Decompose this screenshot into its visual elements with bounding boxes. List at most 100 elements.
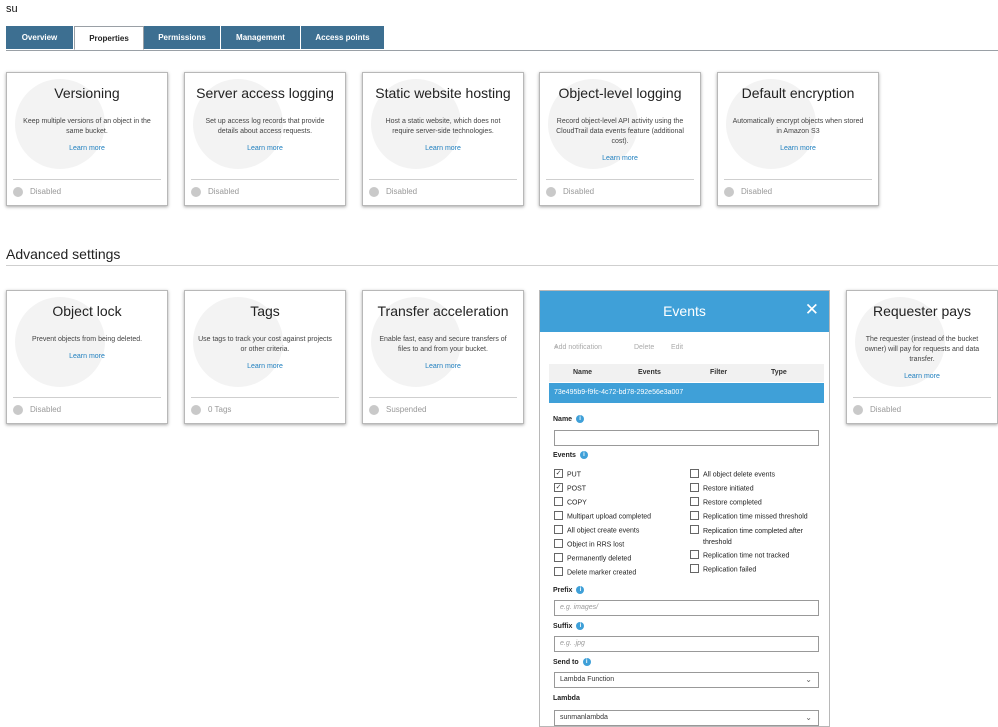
event-checkbox-restore-completed[interactable]: Restore completed bbox=[690, 497, 762, 507]
tab-access-points[interactable]: Access points bbox=[301, 26, 384, 49]
card-description: Keep multiple versions of an object in t… bbox=[23, 118, 151, 135]
event-checkbox-all-create[interactable]: All object create events bbox=[554, 525, 639, 535]
status-dot-icon bbox=[369, 187, 379, 197]
events-panel-header: Events ✕ bbox=[540, 291, 829, 332]
card-description: Record object-level API activity using t… bbox=[556, 118, 684, 145]
prefix-label: Prefix i bbox=[553, 586, 585, 594]
card-description: Host a static website, which does not re… bbox=[385, 118, 501, 135]
card-divider bbox=[191, 397, 339, 398]
object-level-logging-card[interactable]: Object-level logging Record object-level… bbox=[539, 72, 701, 206]
event-checkbox-delete-marker[interactable]: Delete marker created bbox=[554, 567, 636, 577]
suffix-label: Suffix i bbox=[553, 622, 585, 630]
bucket-name: su bbox=[6, 3, 18, 15]
server-access-logging-card[interactable]: Server access logging Set up access log … bbox=[184, 72, 346, 206]
info-icon[interactable]: i bbox=[576, 622, 585, 630]
prefix-input[interactable]: e.g. images/ bbox=[554, 600, 819, 616]
versioning-card[interactable]: Versioning Keep multiple versions of an … bbox=[6, 72, 168, 206]
name-field[interactable] bbox=[554, 430, 819, 446]
suffix-input[interactable]: e.g. .jpg bbox=[554, 636, 819, 652]
card-divider bbox=[369, 179, 517, 180]
learn-more-link[interactable]: Learn more bbox=[7, 145, 167, 152]
card-status: Disabled bbox=[724, 187, 772, 197]
learn-more-link[interactable]: Learn more bbox=[363, 145, 523, 152]
table-row[interactable]: 73e495b9-f9fc-4c72-bd78-292e56e3a007 bbox=[549, 383, 824, 403]
events-label: Events i bbox=[553, 451, 588, 459]
event-checkbox-rrs-lost[interactable]: Object in RRS lost bbox=[554, 539, 624, 549]
learn-more-link[interactable]: Learn more bbox=[185, 363, 345, 370]
card-title: Transfer acceleration bbox=[377, 303, 509, 319]
object-lock-card[interactable]: Object lock Prevent objects from being d… bbox=[6, 290, 168, 424]
tab-overview[interactable]: Overview bbox=[6, 26, 73, 49]
checkbox-icon bbox=[690, 564, 699, 573]
status-dot-icon bbox=[13, 405, 23, 415]
events-panel: Events ✕ + Add notification Delete Edit … bbox=[539, 290, 830, 727]
learn-more-link[interactable]: Learn more bbox=[7, 353, 167, 360]
event-checkbox-restore-initiated[interactable]: Restore initiated bbox=[690, 483, 754, 493]
checkbox-icon bbox=[690, 469, 699, 478]
event-checkbox-put[interactable]: ✓ PUT bbox=[554, 469, 581, 479]
close-icon[interactable]: ✕ bbox=[805, 301, 819, 318]
static-website-hosting-card[interactable]: Static website hosting Host a static web… bbox=[362, 72, 524, 206]
card-description: Automatically encrypt objects when store… bbox=[732, 118, 864, 135]
event-checkbox-replication-completed-after[interactable]: Replication time completed after thresho… bbox=[690, 525, 823, 548]
info-icon[interactable]: i bbox=[582, 658, 591, 666]
card-status: Disabled bbox=[546, 187, 594, 197]
event-checkbox-post[interactable]: ✓ POST bbox=[554, 483, 586, 493]
event-checkbox-replication-not-tracked[interactable]: Replication time not tracked bbox=[690, 550, 789, 560]
card-status: Disabled bbox=[13, 405, 61, 415]
checkbox-icon bbox=[690, 550, 699, 559]
delete-button[interactable]: Delete bbox=[634, 344, 654, 351]
status-dot-icon bbox=[369, 405, 379, 415]
learn-more-link[interactable]: Learn more bbox=[718, 145, 878, 152]
card-description: Set up access log records that provide d… bbox=[205, 118, 325, 135]
events-table-header: Name Events Filter Type bbox=[549, 364, 824, 382]
edit-button[interactable]: Edit bbox=[671, 344, 683, 351]
tags-card[interactable]: Tags Use tags to track your cost against… bbox=[184, 290, 346, 424]
checkbox-icon bbox=[554, 539, 563, 548]
event-checkbox-copy[interactable]: COPY bbox=[554, 497, 587, 507]
chevron-down-icon: ⌄ bbox=[805, 675, 812, 684]
status-dot-icon bbox=[724, 187, 734, 197]
card-title: Object-level logging bbox=[558, 85, 682, 101]
tab-permissions[interactable]: Permissions bbox=[144, 26, 220, 49]
name-label: Name i bbox=[553, 415, 585, 423]
info-icon[interactable]: i bbox=[576, 586, 585, 594]
card-title: Tags bbox=[250, 303, 280, 319]
card-description: Use tags to track your cost against proj… bbox=[198, 336, 332, 353]
card-description: Prevent objects from being deleted. bbox=[31, 336, 143, 343]
checkbox-icon bbox=[554, 497, 563, 506]
event-checkbox-all-delete[interactable]: All object delete events bbox=[690, 469, 775, 479]
learn-more-link[interactable]: Learn more bbox=[185, 145, 345, 152]
requester-pays-card[interactable]: Requester pays The requester (instead of… bbox=[846, 290, 998, 424]
status-dot-icon bbox=[13, 187, 23, 197]
event-checkbox-multipart[interactable]: Multipart upload completed bbox=[554, 511, 651, 521]
event-checkbox-permanently-deleted[interactable]: Permanently deleted bbox=[554, 553, 631, 563]
column-header: Name bbox=[573, 369, 593, 376]
info-icon[interactable]: i bbox=[576, 415, 585, 423]
checkbox-icon bbox=[690, 497, 699, 506]
event-checkbox-replication-missed[interactable]: Replication time missed threshold bbox=[690, 511, 808, 521]
column-header: Type bbox=[771, 369, 787, 376]
section-divider bbox=[6, 265, 998, 266]
event-checkbox-replication-failed[interactable]: Replication failed bbox=[690, 564, 756, 574]
info-icon[interactable]: i bbox=[579, 451, 588, 459]
transfer-acceleration-card[interactable]: Transfer acceleration Enable fast, easy … bbox=[362, 290, 524, 424]
card-status: Disabled bbox=[369, 187, 417, 197]
default-encryption-card[interactable]: Default encryption Automatically encrypt… bbox=[717, 72, 879, 206]
checkbox-icon bbox=[554, 567, 563, 576]
column-header: Events bbox=[638, 369, 661, 376]
learn-more-link[interactable]: Learn more bbox=[847, 373, 997, 380]
card-divider bbox=[724, 179, 872, 180]
checkbox-checked-icon: ✓ bbox=[554, 483, 563, 492]
card-divider bbox=[546, 179, 694, 180]
card-divider bbox=[13, 397, 161, 398]
card-status: Disabled bbox=[13, 187, 61, 197]
lambda-label: Lambda bbox=[553, 695, 580, 702]
send-to-select[interactable]: Lambda Function ⌄ bbox=[554, 672, 819, 688]
learn-more-link[interactable]: Learn more bbox=[363, 363, 523, 370]
learn-more-link[interactable]: Learn more bbox=[540, 155, 700, 162]
tab-management[interactable]: Management bbox=[221, 26, 300, 49]
lambda-select[interactable]: sunmanlambda ⌄ bbox=[554, 710, 819, 726]
card-divider bbox=[853, 397, 991, 398]
tab-properties[interactable]: Properties bbox=[74, 26, 144, 50]
